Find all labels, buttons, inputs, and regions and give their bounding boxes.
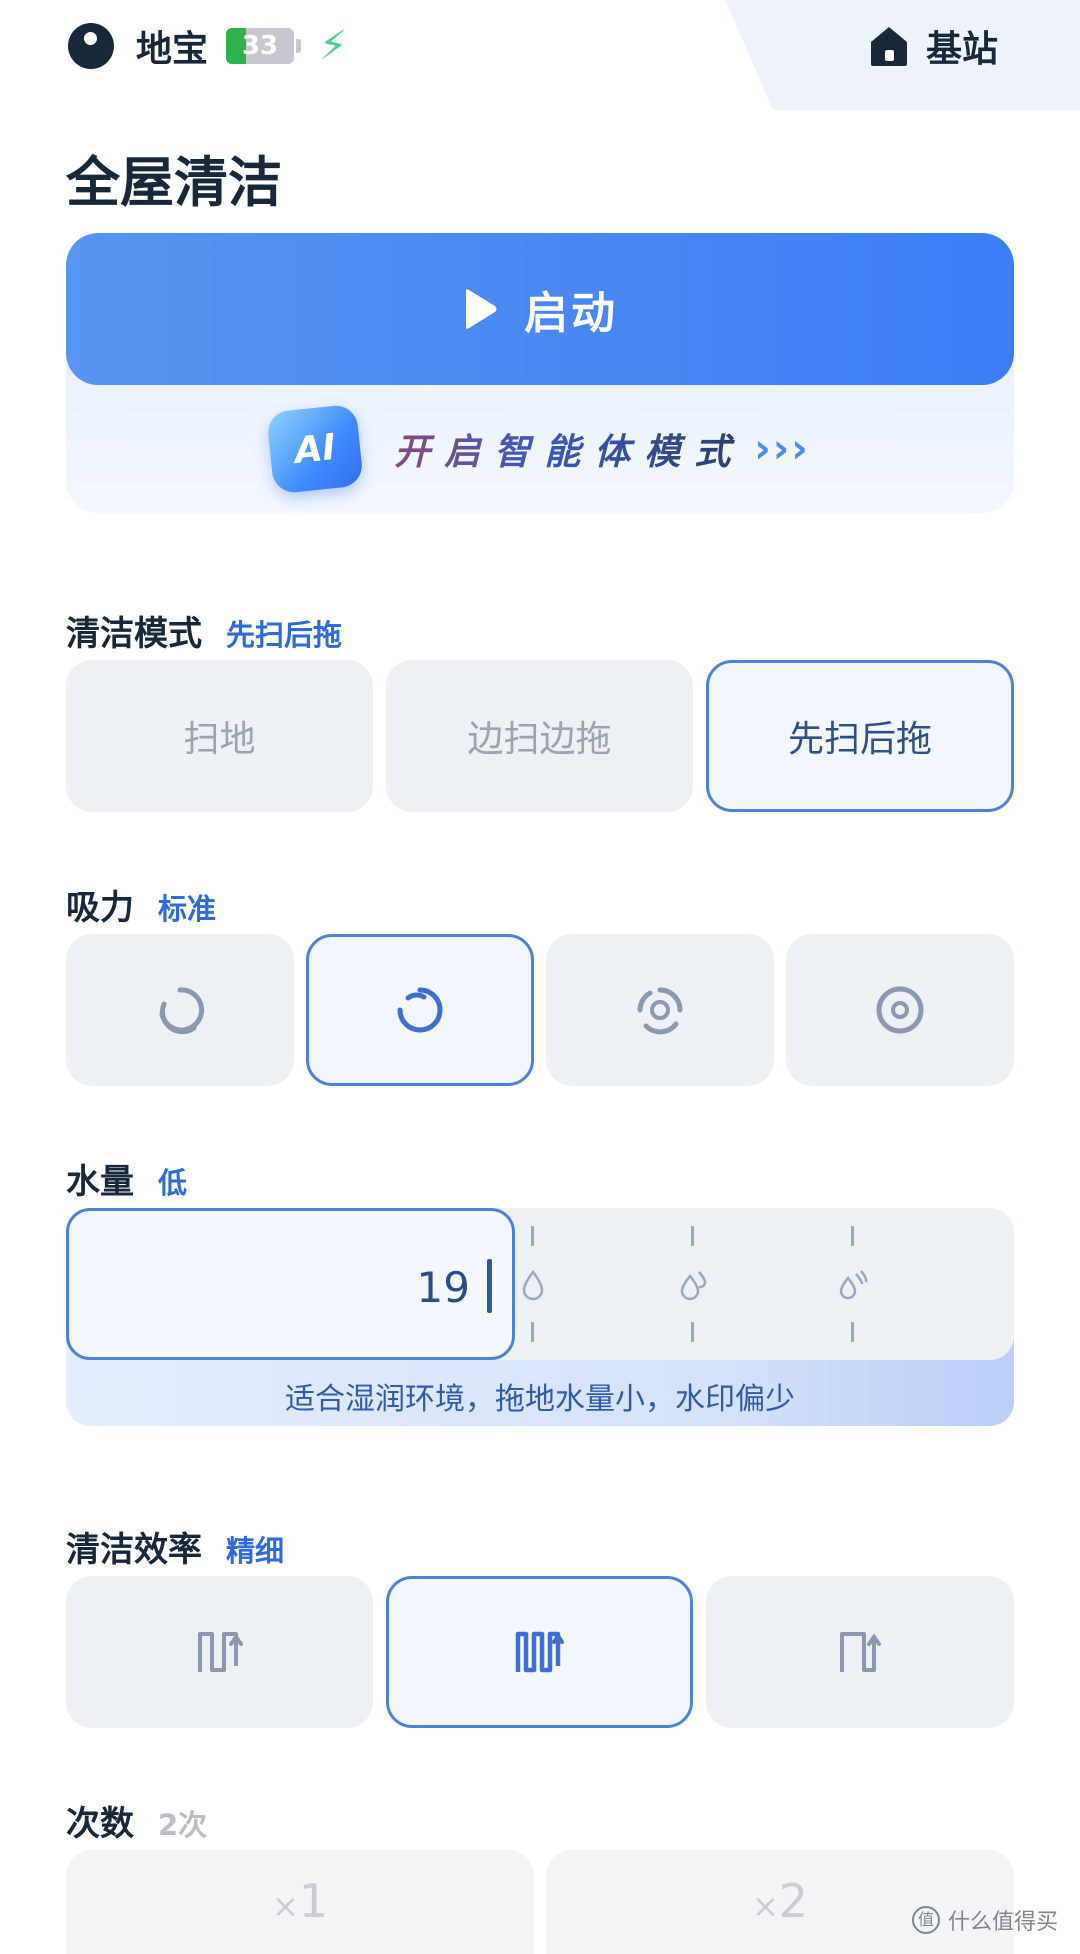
clean-mode-header: 清洁模式 先扫后拖: [66, 606, 342, 655]
count-prefix: ×: [751, 1887, 779, 1925]
watermark-logo-icon: 值: [911, 1906, 940, 1934]
suction-level-2-icon: [397, 987, 443, 1033]
water-mark-low: [518, 1226, 548, 1344]
watermark-text: 什么值得买: [947, 1910, 1058, 1935]
suction-value: 标准: [158, 892, 217, 926]
clean-mode-label: 清洁模式: [66, 614, 202, 654]
clean-mode-option-sweep[interactable]: 扫地: [66, 660, 373, 812]
efficiency-header: 清洁效率 精细: [66, 1522, 284, 1571]
suction-label: 吸力: [66, 888, 134, 928]
base-station-label: 基站: [925, 29, 998, 70]
suction-level-4-icon: [876, 986, 924, 1034]
water-header: 水量 低: [66, 1154, 187, 1203]
efficiency-value: 精细: [226, 1534, 285, 1568]
option-label: 扫地: [183, 719, 256, 760]
water-label: 水量: [66, 1162, 134, 1202]
water-value: 低: [158, 1166, 188, 1200]
count-header: 次数 2次: [66, 1796, 207, 1845]
path-standard-icon: [197, 1632, 243, 1672]
water-mark-high: [838, 1226, 868, 1344]
status-header: 地宝 33 ⚡ 基站: [0, 0, 1080, 110]
efficiency-option-standard[interactable]: [66, 1576, 373, 1728]
battery-percent: 33: [241, 31, 279, 61]
suction-option-quiet[interactable]: [66, 934, 294, 1086]
suction-level-3-icon: [637, 987, 683, 1035]
home-icon: [870, 27, 907, 66]
clean-mode-option-sweep-and-mop[interactable]: 边扫边拖: [386, 660, 693, 812]
water-level-slider[interactable]: 适合湿润环境，拖地水量小，水印偏少 19: [66, 1208, 1014, 1426]
efficiency-option-fast[interactable]: [706, 1576, 1014, 1728]
option-label: 先扫后拖: [787, 719, 932, 760]
slider-handle[interactable]: [487, 1259, 492, 1313]
water-level-value: 19: [416, 1263, 470, 1312]
efficiency-label: 清洁效率: [66, 1530, 202, 1570]
base-station-button[interactable]: 基站: [868, 20, 998, 72]
device-selector[interactable]: 地宝 33 ⚡: [68, 20, 347, 72]
path-fine-icon: [515, 1631, 564, 1673]
tick-mark: [531, 1226, 534, 1246]
suction-header: 吸力 标准: [66, 880, 216, 929]
tick-mark: [851, 1226, 854, 1246]
suction-option-max[interactable]: [786, 934, 1014, 1086]
ai-badge-label: AI: [292, 426, 338, 472]
count-number: 2: [778, 1874, 809, 1928]
ai-agent-mode-link[interactable]: AI 开启智能体模式 ›››: [66, 385, 1014, 513]
water-slider-fill[interactable]: 19: [66, 1208, 515, 1360]
suction-option-standard[interactable]: [306, 934, 534, 1086]
start-button-label: 启动: [524, 288, 618, 339]
start-card: 启动 AI 开启智能体模式 ›››: [66, 233, 1014, 513]
page-title: 全屋清洁: [66, 151, 282, 214]
lightning-bolt-icon: ⚡: [319, 23, 348, 69]
battery-tip: [296, 39, 302, 53]
count-label: 次数: [66, 1804, 134, 1844]
ai-mode-text: 开启智能体模式: [394, 423, 744, 475]
clean-mode-option-sweep-then-mop[interactable]: 先扫后拖: [706, 660, 1014, 812]
location-pin-icon: [68, 23, 114, 69]
tick-mark: [691, 1322, 694, 1342]
option-label: 边扫边拖: [467, 719, 612, 760]
count-option-1[interactable]: ×1: [66, 1850, 534, 1954]
chevron-right-icon: ›››: [754, 426, 810, 472]
battery-icon: 33: [226, 28, 295, 64]
water-drop-low-icon: [522, 1269, 544, 1301]
count-value: 2次: [158, 1808, 208, 1842]
suction-option-strong[interactable]: [546, 934, 774, 1086]
tick-mark: [851, 1322, 854, 1342]
clean-mode-value: 先扫后拖: [226, 618, 343, 652]
ai-chat-icon: AI: [266, 403, 365, 495]
count-option-2[interactable]: ×2: [546, 1850, 1014, 1954]
play-icon: [466, 289, 497, 329]
efficiency-option-fine[interactable]: [386, 1576, 693, 1728]
tick-mark: [531, 1322, 534, 1342]
path-fast-icon: [840, 1632, 881, 1672]
water-drop-medium-icon: [680, 1271, 707, 1301]
water-mark-medium: [678, 1226, 708, 1344]
count-number: 1: [298, 1874, 329, 1928]
tick-mark: [691, 1226, 694, 1246]
watermark: 值 什么值得买: [911, 1904, 1058, 1936]
suction-level-1-icon: [159, 987, 205, 1035]
count-option-label: ×2: [752, 1874, 808, 1928]
start-button[interactable]: 启动: [66, 233, 1014, 385]
water-drop-high-icon: [839, 1270, 868, 1300]
count-prefix: ×: [271, 1887, 299, 1925]
device-name: 地宝: [136, 29, 209, 70]
water-hint-text: 适合湿润环境，拖地水量小，水印偏少: [285, 1382, 795, 1417]
count-option-label: ×1: [272, 1874, 328, 1928]
